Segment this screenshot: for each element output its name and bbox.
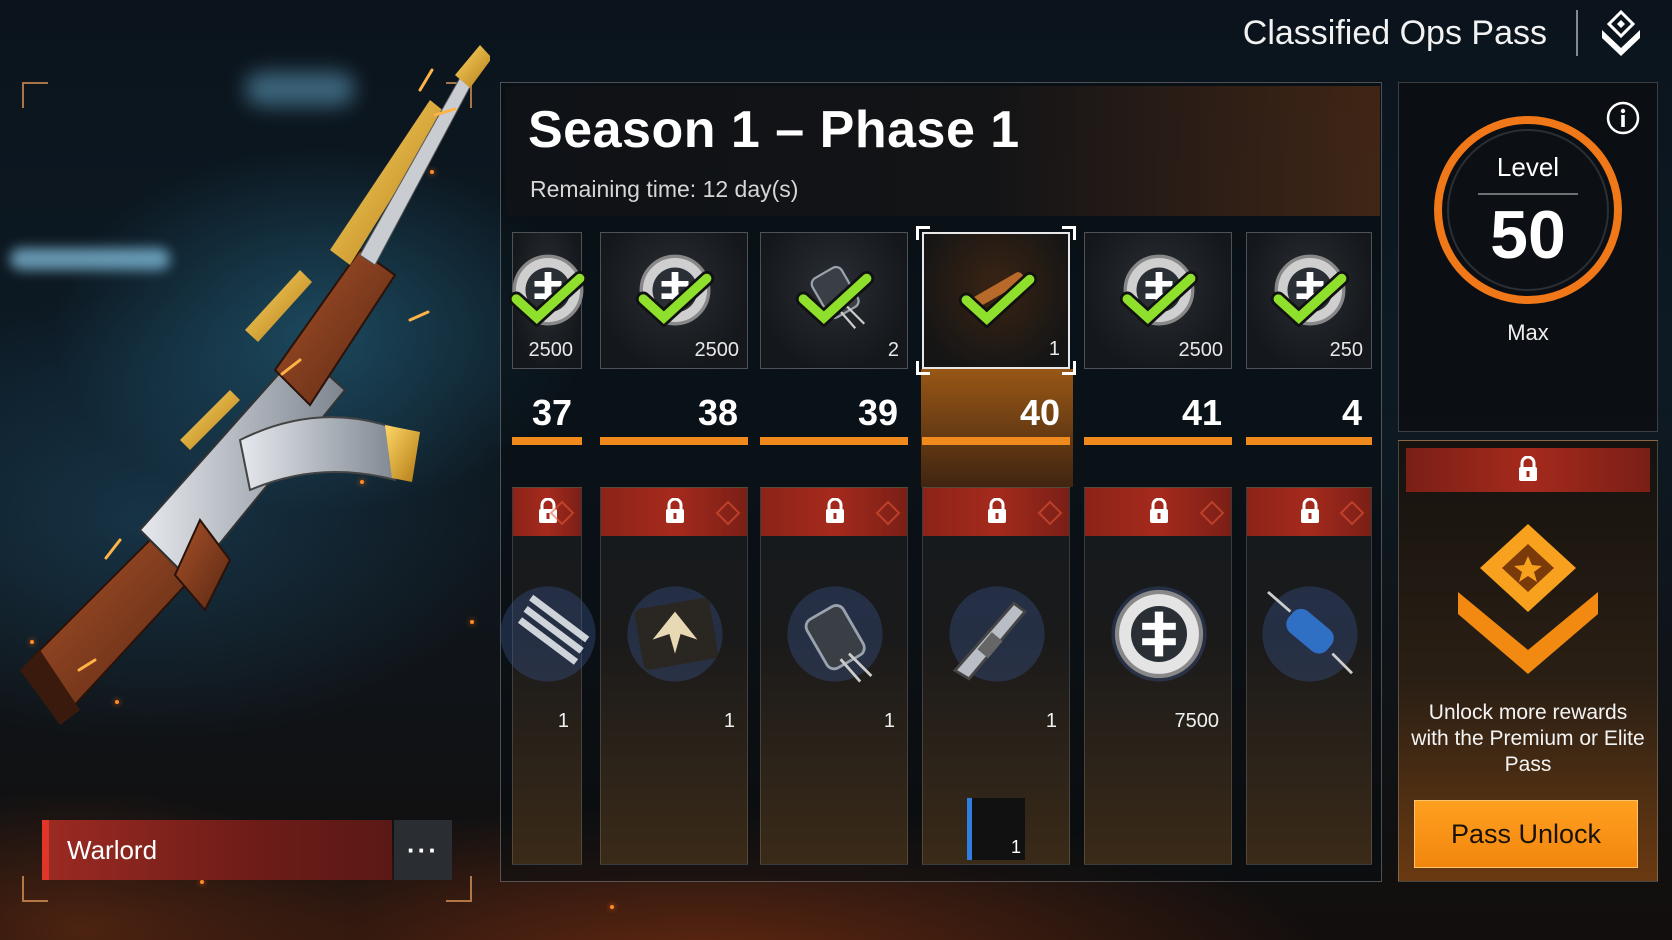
ember-particle [610,905,614,909]
reward-quantity: 1 [1048,338,1060,360]
free-reward-card[interactable]: 2500 [508,232,588,369]
locked-header [923,488,1069,536]
reward-quantity: 2500 [528,339,574,361]
reward-quantity: 2500 [694,339,740,361]
free-reward-card[interactable]: 2500 [600,232,748,369]
selection-bracket [916,226,930,240]
free-reward-card[interactable]: 1 [916,226,1076,375]
reward-quantity: 1 [723,710,735,732]
claimed-check-icon [795,271,875,327]
reward-quantity: 1 [883,710,895,732]
rank-diamond-icon [549,500,575,526]
claimed-check-icon [508,271,588,327]
claimed-check-icon [635,271,715,327]
bonus-item-thumbnail[interactable]: 1 [967,798,1025,860]
free-reward-card[interactable]: 2500 [1084,232,1232,369]
premium-reward-card[interactable]: 1 [500,487,596,865]
progress-bar-segment [600,437,748,445]
pass-unlock-button[interactable]: Pass Unlock [1414,800,1638,868]
locked-header [1247,488,1371,536]
claimed-check-icon [1119,271,1199,327]
eagle-decal-icon [627,586,723,682]
level-number: 39 [857,392,898,433]
weapon-name: Warlord [67,834,158,865]
selection-bracket [1062,361,1076,375]
reward-quantity: 250 [1329,339,1363,361]
header-divider [1576,10,1578,56]
remaining-time: Remaining time: 12 day(s) [530,176,799,202]
unlock-description: Unlock more rewards with the Premium or … [1411,701,1645,776]
reward-quantity: 2500 [1178,339,1224,361]
rank-diamond-icon [1199,500,1225,526]
level-number: 41 [1181,392,1222,433]
rank-diamond-icon [875,500,901,526]
battery-component-icon [787,586,883,683]
pass-header: Classified Ops Pass [1240,0,1672,70]
premium-reward-card[interactable]: 1 [600,487,748,865]
locked-header [1085,488,1231,536]
rank-diamond-icon [1339,500,1365,526]
progress-bar-segment [760,437,908,445]
assault-rifle-icon [949,586,1045,682]
lock-icon [826,498,844,523]
level-max-label: Max [1507,320,1549,345]
locked-header [601,488,747,536]
progress-bar-segment [512,437,582,445]
progress-bar-segment [1246,437,1372,445]
rank-diamond-icon [715,500,741,526]
rank-diamond-icon [1037,500,1063,526]
free-reward-card[interactable]: 250 [1246,232,1372,369]
claw-weapon-icon [500,586,596,682]
currency-coin-icon [1111,586,1207,682]
reward-quantity: 1 [1045,710,1057,732]
premium-reward-card[interactable]: 11 [922,487,1070,865]
assault-rifle-showcase-icon [20,45,490,725]
ember-particle [200,880,204,884]
chevron-diamond-icon[interactable] [1596,8,1646,64]
premium-reward-card[interactable]: 1 [760,487,908,865]
bonus-item-quantity: 1 [1010,837,1021,857]
progress-bar-segment [1084,437,1232,445]
progress-bar-segment [922,437,1070,445]
reward-quantity: 1 [557,710,569,732]
level-number: 40 [1019,392,1060,433]
claimed-check-icon [1270,271,1350,327]
level-number: 4 [1341,392,1362,433]
lock-icon [1519,456,1537,481]
season-title: Season 1 – Phase 1 [528,101,1020,159]
level-number: 38 [697,392,738,433]
resistor-component-icon [1262,586,1358,682]
selection-bracket [1062,226,1076,240]
reward-quantity: 2 [887,339,899,361]
locked-header [761,488,907,536]
level-label: Level [1496,152,1560,182]
lock-icon [666,498,684,523]
more-options-button[interactable]: ··· [394,820,452,880]
reward-quantity: 7500 [1174,710,1220,732]
premium-reward-card[interactable]: 7500 [1084,487,1232,865]
lock-icon [1150,498,1168,523]
lock-icon [988,498,1006,523]
elite-rank-chevron-icon [1458,524,1598,674]
level-value: 50 [1490,197,1566,273]
selection-bracket [916,361,930,375]
free-reward-card[interactable]: 2 [760,232,908,369]
pass-title: Classified Ops Pass [1242,14,1547,52]
premium-reward-card[interactable] [1246,487,1372,865]
claimed-check-icon [958,272,1038,328]
level-number: 37 [531,392,572,433]
weapon-name-bar[interactable]: Warlord [42,820,392,880]
lock-icon [1301,498,1319,523]
locked-header [513,488,581,536]
